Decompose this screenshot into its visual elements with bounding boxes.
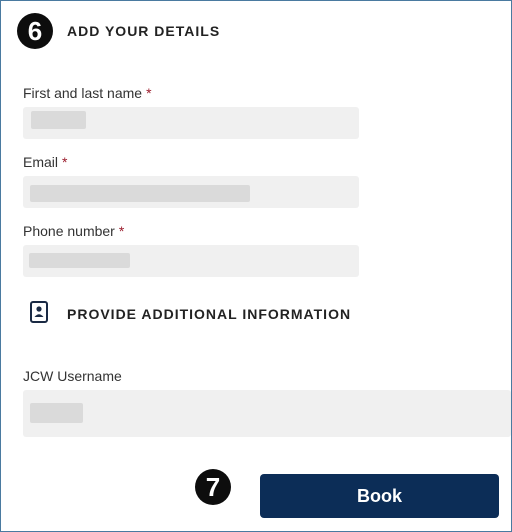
step-number: 6 bbox=[27, 15, 43, 46]
book-button[interactable]: Book bbox=[260, 474, 499, 518]
phone-input[interactable] bbox=[23, 245, 359, 277]
username-input[interactable] bbox=[23, 390, 511, 437]
name-label-text: First and last name bbox=[23, 85, 143, 101]
redacted-value bbox=[30, 185, 250, 202]
required-marker: * bbox=[146, 85, 152, 101]
required-marker: * bbox=[118, 223, 125, 239]
email-input[interactable] bbox=[23, 176, 359, 208]
email-label-text: Email bbox=[23, 154, 59, 170]
redacted-value bbox=[29, 253, 130, 268]
required-marker: * bbox=[62, 154, 68, 170]
redacted-value bbox=[30, 403, 83, 423]
email-label: Email * bbox=[23, 154, 67, 170]
username-label: JCW Username bbox=[23, 368, 122, 384]
step-7-badge: 7 bbox=[195, 469, 231, 505]
id-card-icon bbox=[30, 301, 48, 328]
step-number: 7 bbox=[205, 471, 221, 502]
phone-label-text: Phone number bbox=[23, 223, 115, 239]
phone-label: Phone number * bbox=[23, 223, 124, 239]
add-details-title: ADD YOUR DETAILS bbox=[67, 23, 221, 39]
name-input[interactable] bbox=[23, 107, 359, 139]
redacted-value bbox=[31, 111, 86, 129]
step-6-badge: 6 bbox=[17, 13, 53, 49]
name-label: First and last name * bbox=[23, 85, 152, 101]
additional-info-title: PROVIDE ADDITIONAL INFORMATION bbox=[67, 306, 352, 322]
